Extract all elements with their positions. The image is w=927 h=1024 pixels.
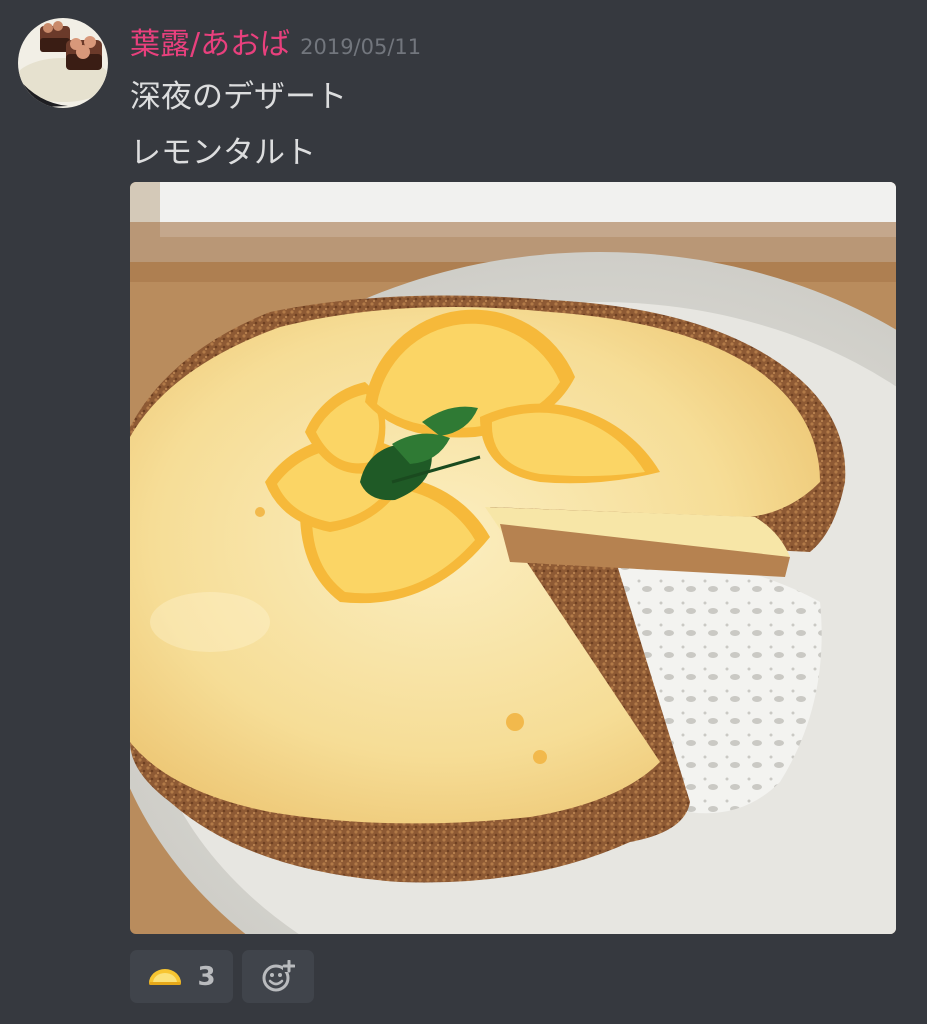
lemon-icon [149,968,182,985]
chat-message: 葉露/あおば 2019/05/11 深夜のデザート レモンタルト 3 [0,0,927,1024]
message-header: 葉露/あおば 2019/05/11 [130,24,421,66]
username[interactable]: 葉露/あおば [130,24,290,66]
message-text-line-1: 深夜のデザート [130,79,347,115]
user-avatar[interactable] [18,18,108,108]
add-reaction-button[interactable] [242,950,314,1003]
reaction-lemon[interactable]: 3 [130,950,233,1003]
timestamp: 2019/05/11 [300,35,422,59]
image-attachment[interactable] [130,182,896,934]
reaction-count: 3 [197,961,216,992]
reactions-bar: 3 [130,950,314,1003]
message-text-line-2: レモンタルト [130,135,316,171]
add-reaction-icon [262,959,295,991]
lemon-tart-photo [130,182,896,934]
avatar-image [18,18,108,108]
